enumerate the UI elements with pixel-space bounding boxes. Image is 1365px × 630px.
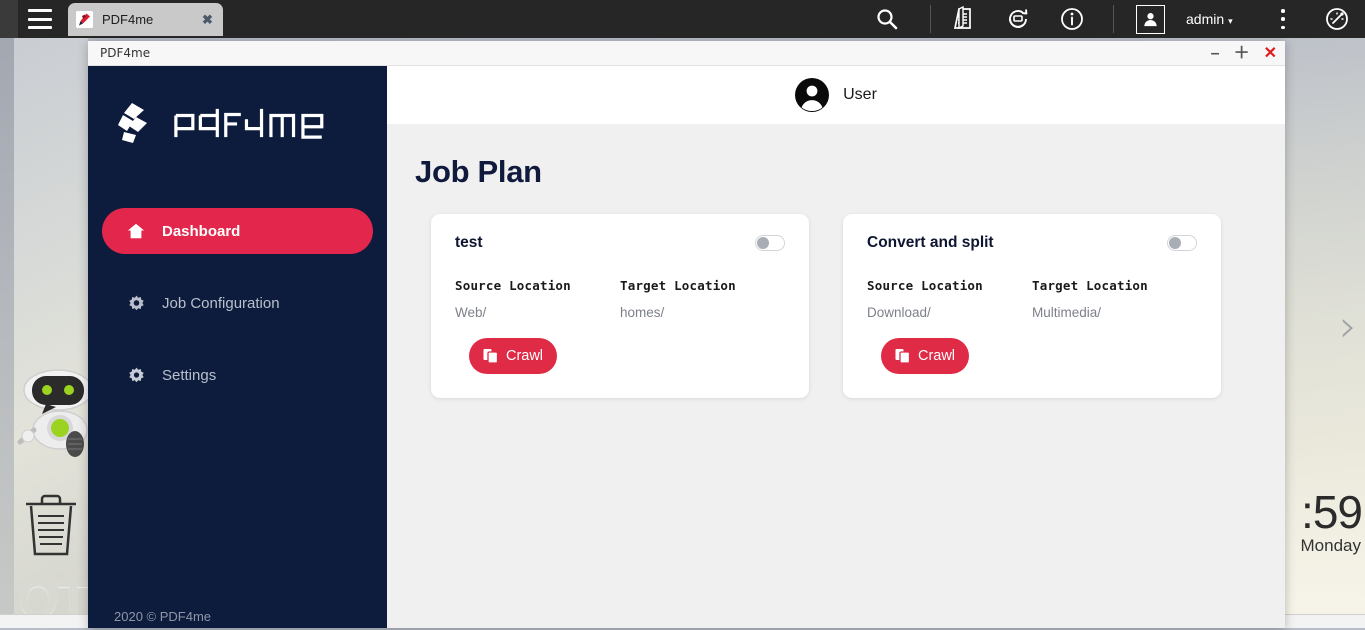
job-card-title: test: [455, 234, 483, 252]
job-card: Convert and split Source Location Downlo…: [843, 214, 1221, 398]
target-location-label: Target Location: [620, 278, 785, 293]
target-location-value: homes/: [620, 305, 785, 320]
sync-icon[interactable]: [1005, 6, 1031, 32]
source-location-column: Source Location Web/: [455, 278, 620, 320]
window-controls: – ＋ ✕: [1211, 41, 1277, 66]
user-name-label: User: [843, 86, 877, 104]
target-location-label: Target Location: [1032, 278, 1197, 293]
hamburger-icon[interactable]: [28, 9, 52, 29]
account-menu[interactable]: admin ▾: [1186, 11, 1233, 27]
pdf4me-logo-icon: [114, 101, 162, 145]
browser-tab-pdf4me[interactable]: PDF4me ✖: [68, 3, 223, 36]
target-location-value: Multimedia/: [1032, 305, 1197, 320]
job-enable-toggle[interactable]: [1167, 235, 1197, 251]
trash-bin-icon[interactable]: [22, 490, 80, 560]
crawl-button-label: Crawl: [918, 348, 955, 364]
source-location-column: Source Location Download/: [867, 278, 1032, 320]
crawl-button[interactable]: Crawl: [469, 338, 557, 374]
job-card-locations: Source Location Web/ Target Location hom…: [455, 278, 785, 320]
browser-left-gutter: [0, 0, 18, 38]
robot-mascot-icon: [16, 368, 88, 468]
source-location-label: Source Location: [455, 278, 620, 293]
maximize-button[interactable]: ＋: [1234, 46, 1250, 62]
chevron-right-icon[interactable]: ›: [1339, 305, 1357, 349]
desktop-left-strip: [0, 36, 14, 628]
app-logo[interactable]: [88, 66, 387, 158]
page-title: Job Plan: [415, 154, 1285, 190]
close-icon[interactable]: ✖: [200, 12, 215, 28]
close-button[interactable]: ✕: [1264, 46, 1277, 62]
gear-icon: [126, 295, 146, 312]
copy-files-icon: [483, 348, 499, 364]
crawl-button[interactable]: Crawl: [881, 338, 969, 374]
user-box-icon[interactable]: [1136, 5, 1165, 34]
sidebar-item-label: Job Configuration: [162, 295, 280, 312]
main-content: User Job Plan test Source Location: [387, 66, 1285, 628]
job-enable-toggle[interactable]: [755, 235, 785, 251]
chevron-down-icon: ▾: [1228, 16, 1233, 26]
browser-toolbar: PDF4me ✖ admin ▾: [0, 0, 1365, 38]
search-icon[interactable]: [874, 6, 900, 32]
target-location-column: Target Location homes/: [620, 278, 785, 320]
sidebar-item-settings[interactable]: Settings: [102, 352, 373, 398]
sidebar-item-job-configuration[interactable]: Job Configuration: [102, 280, 373, 326]
desktop-clock-time: :59: [1301, 485, 1362, 539]
copy-files-icon: [895, 348, 911, 364]
toggle-knob: [757, 237, 769, 249]
crawl-button-label: Crawl: [506, 348, 543, 364]
info-icon[interactable]: [1059, 6, 1085, 32]
browser-tab-title: PDF4me: [102, 12, 200, 27]
job-card-header: test: [455, 234, 785, 252]
documents-icon[interactable]: [951, 6, 977, 32]
job-plan-card-list: test Source Location Web/ Target Locatio…: [431, 214, 1285, 398]
job-card-locations: Source Location Download/ Target Locatio…: [867, 278, 1197, 320]
source-location-label: Source Location: [867, 278, 1032, 293]
toolbar-divider: [930, 5, 931, 33]
speedometer-icon[interactable]: [1324, 6, 1350, 32]
pdf4me-wordmark: [170, 107, 338, 139]
account-label: admin: [1186, 11, 1224, 27]
more-options-icon[interactable]: [1276, 9, 1290, 29]
gear-icon: [126, 367, 146, 384]
sidebar-copyright: 2020 © PDF4me: [114, 609, 211, 624]
window-title: PDF4me: [100, 46, 150, 60]
job-card: test Source Location Web/ Target Locatio…: [431, 214, 809, 398]
sidebar-item-label: Dashboard: [162, 223, 240, 240]
minimize-button[interactable]: –: [1211, 46, 1220, 62]
source-location-value: Download/: [867, 305, 1032, 320]
source-location-value: Web/: [455, 305, 620, 320]
sidebar: Dashboard Job Configuration: [88, 66, 387, 628]
toggle-knob: [1169, 237, 1181, 249]
job-card-title: Convert and split: [867, 234, 994, 252]
window-titlebar: PDF4me – ＋ ✕: [88, 41, 1285, 66]
pdf4me-app-window: PDF4me – ＋ ✕: [88, 41, 1285, 628]
sidebar-item-dashboard[interactable]: Dashboard: [102, 208, 373, 254]
toolbar-divider-2: [1113, 5, 1114, 33]
user-avatar-icon: [795, 78, 829, 112]
app-body: Dashboard Job Configuration: [88, 66, 1285, 628]
app-header: User: [387, 66, 1285, 124]
user-chip[interactable]: User: [795, 78, 877, 112]
sidebar-item-label: Settings: [162, 367, 216, 384]
target-location-column: Target Location Multimedia/: [1032, 278, 1197, 320]
job-card-header: Convert and split: [867, 234, 1197, 252]
pdf4me-favicon: [76, 11, 93, 28]
desktop-clock-day: Monday: [1301, 536, 1361, 556]
home-icon: [126, 222, 146, 240]
